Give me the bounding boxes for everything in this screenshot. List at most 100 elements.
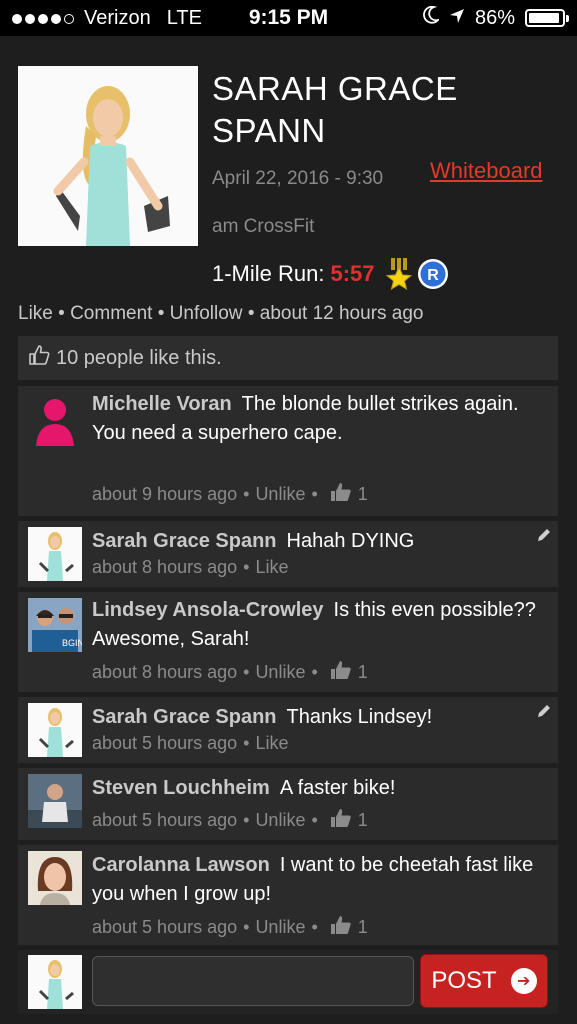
comment-like-count: 1 [357,484,368,504]
comment-item: Carolanna Lawson I want to be cheetah fas… [18,845,558,945]
location-arrow-icon [449,7,465,30]
workout-label: 1-Mile Run: [212,261,325,286]
commenter-avatar[interactable] [28,527,82,581]
commenter-avatar[interactable] [28,703,82,757]
comment-like-toggle[interactable]: Unlike [255,810,305,831]
separator: • [247,303,255,324]
thumbs-up-icon [330,915,352,940]
comment-body: Michelle Voran The blonde bullet strikes … [92,390,544,448]
svg-text:BGIN: BGIN [62,638,82,648]
unfollow-link[interactable]: Unfollow [170,303,243,324]
moon-icon [423,5,441,30]
likes-summary[interactable]: 10 people like this. [18,336,558,380]
post-button-label: POST [431,967,497,994]
commenter-avatar[interactable] [28,774,82,828]
commenter-name[interactable]: Michelle Voran [92,393,232,415]
thumbs-up-outline-icon [28,344,56,372]
comment-like-count: 1 [357,810,368,830]
thumbs-up-icon [330,482,352,507]
status-bar: Verizon LTE 9:15 PM 86% [0,0,577,36]
comment-time: about 5 hours ago [92,917,238,937]
comment-item: BGIN Lindsey Ansola-Crowley Is this even p… [18,592,558,692]
commenter-name[interactable]: Sarah Grace Spann [92,706,277,728]
commenter-name[interactable]: Carolanna Lawson [92,854,270,876]
comment-meta: about 5 hours ago • Unlike • 1 [92,808,368,833]
comment-meta: about 9 hours ago • Unlike • 1 [92,482,368,507]
separator: • [243,662,250,682]
commenter-name[interactable]: Lindsey Ansola-Crowley [92,599,324,621]
post-actions: Like • Comment • Unfollow • about 12 hou… [18,303,424,325]
comment-like-count: 1 [357,662,368,682]
commenter-avatar[interactable] [28,851,82,905]
post-button[interactable]: POST ➔ [420,954,548,1008]
commenter-avatar[interactable]: BGIN [28,598,82,652]
comment-text: Thanks Lindsey! [286,706,433,728]
comment-link[interactable]: Comment [70,303,152,324]
separator: • [311,484,318,504]
comment-like-toggle[interactable]: Unlike [255,917,305,938]
comment-body: Sarah Grace Spann Hahah DYING [92,527,544,556]
separator: • [311,810,318,830]
comment-time: about 9 hours ago [92,484,238,504]
commenter-name[interactable]: Sarah Grace Spann [92,530,277,552]
whiteboard-link[interactable]: Whiteboard [430,158,543,184]
comment-like-toggle[interactable]: Unlike [255,484,305,505]
likes-count-text: 10 people like this. [56,346,222,369]
comment-body: Carolanna Lawson I want to be cheetah fas… [92,851,544,909]
comment-body: Steven Louchheim A faster bike! [92,774,544,803]
thumbs-up-icon [330,660,352,685]
comment-meta: about 8 hours ago • Unlike • 1 [92,660,368,685]
separator: • [243,917,250,937]
comment-input[interactable] [92,956,414,1006]
comment-time: about 8 hours ago [92,557,238,577]
thumbs-up-icon [330,808,352,833]
post-gym: am CrossFit [212,216,315,237]
svg-text:R: R [427,267,439,284]
battery-percent: 86% [474,6,515,29]
comment-text: Hahah DYING [286,530,415,552]
separator: • [58,303,65,324]
status-icons: 86% [423,5,569,30]
commenter-avatar[interactable] [28,392,82,446]
edit-pencil-icon[interactable] [536,527,552,548]
separator: • [157,303,165,324]
comment-item: Sarah Grace Spann Thanks Lindsey! about 5 … [18,697,558,763]
comment-like-count: 1 [357,917,368,937]
comment-body: Lindsey Ansola-Crowley Is this even possi… [92,596,544,654]
comment-meta: about 5 hours ago • Unlike • 1 [92,915,368,940]
comment-text: A faster bike! [279,777,396,799]
comment-time: about 5 hours ago [92,733,238,753]
separator: • [311,662,318,682]
comment-item: Michelle Voran The blonde bullet strikes … [18,386,558,516]
comment-like-toggle[interactable]: Like [255,733,288,754]
current-user-avatar [28,955,82,1009]
arrow-right-icon: ➔ [510,968,537,994]
comment-meta: about 8 hours ago • Like [92,557,288,578]
comment-item: Sarah Grace Spann Hahah DYING about 8 hour… [18,521,558,587]
medal-icon [385,258,413,291]
comment-like-toggle[interactable]: Unlike [255,662,305,683]
battery-icon [525,9,569,27]
workout-result: 1-Mile Run: 5:57 R [212,258,449,291]
rx-badge-icon: R [417,258,449,290]
post-time-ago: about 12 hours ago [259,303,424,324]
comment-meta: about 5 hours ago • Like [92,733,288,754]
comment-body: Sarah Grace Spann Thanks Lindsey! [92,703,544,732]
comment-item: Steven Louchheim A faster bike! about 5 ho… [18,768,558,840]
separator: • [243,733,250,753]
comment-composer: POST ➔ [18,950,558,1014]
separator: • [311,917,318,937]
separator: • [243,484,250,504]
comment-time: about 8 hours ago [92,662,238,682]
edit-pencil-icon[interactable] [536,703,552,724]
separator: • [243,810,250,830]
commenter-name[interactable]: Steven Louchheim [92,777,270,799]
comment-time: about 5 hours ago [92,810,238,830]
result-time: 5:57 [330,261,375,286]
separator: • [243,557,250,577]
author-avatar[interactable] [18,66,198,246]
comment-like-toggle[interactable]: Like [255,557,288,578]
post-date: April 22, 2016 - 9:30 [212,168,384,189]
author-name[interactable]: SARAH GRACE SPANN [212,68,512,152]
like-link[interactable]: Like [18,303,53,324]
